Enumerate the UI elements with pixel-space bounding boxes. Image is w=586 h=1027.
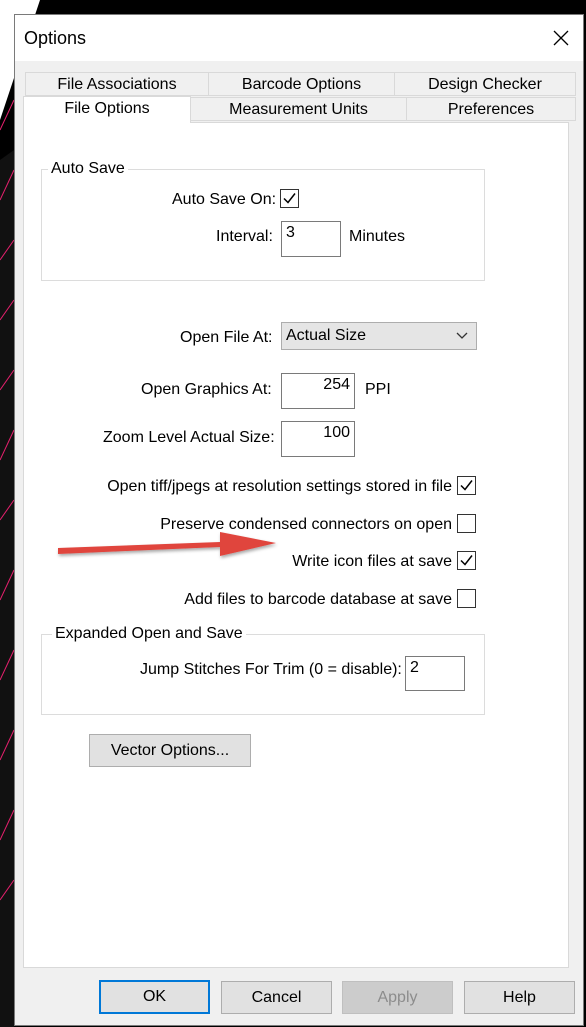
checkmark-icon <box>283 193 296 204</box>
open-graphics-at-unit: PPI <box>365 381 391 398</box>
open-file-at-select[interactable]: Actual Size <box>281 322 477 350</box>
cancel-button[interactable]: Cancel <box>221 981 332 1014</box>
open-file-at-value: Actual Size <box>286 327 367 344</box>
ok-button[interactable]: OK <box>99 980 210 1014</box>
expanded-open-save-legend: Expanded Open and Save <box>52 625 246 643</box>
open-graphics-at-input[interactable]: 254 <box>281 373 355 409</box>
option-write-icon-files-checkbox[interactable] <box>457 551 476 570</box>
option-preserve-connectors-checkbox[interactable] <box>457 514 476 533</box>
title-bar: Options <box>15 15 583 61</box>
vector-options-button[interactable]: Vector Options... <box>89 734 251 767</box>
help-button[interactable]: Help <box>464 981 575 1014</box>
checkmark-icon <box>460 555 473 566</box>
arrow-right-icon <box>58 532 276 556</box>
option-open-tiff-checkbox[interactable] <box>457 476 476 495</box>
checkmark-icon <box>460 480 473 491</box>
option-barcode-database-checkbox[interactable] <box>457 589 476 608</box>
option-barcode-database-label: Add files to barcode database at save <box>184 591 452 608</box>
tab-barcode-options[interactable]: Barcode Options <box>208 72 395 96</box>
auto-save-group <box>41 169 485 281</box>
interval-input[interactable]: 3 <box>281 221 341 257</box>
close-icon[interactable] <box>543 20 579 56</box>
open-file-at-label: Open File At: <box>180 329 273 346</box>
tab-preferences[interactable]: Preferences <box>406 97 576 121</box>
window-title: Options <box>24 28 87 48</box>
interval-unit: Minutes <box>349 228 406 245</box>
tab-file-associations[interactable]: File Associations <box>25 72 209 96</box>
zoom-level-input[interactable]: 100 <box>281 421 355 457</box>
auto-save-on-checkbox[interactable] <box>280 189 299 208</box>
open-graphics-at-label: Open Graphics At: <box>141 381 272 398</box>
apply-button[interactable]: Apply <box>342 981 453 1014</box>
zoom-level-label: Zoom Level Actual Size: <box>103 429 275 446</box>
option-open-tiff-label: Open tiff/jpegs at resolution settings s… <box>107 478 452 495</box>
options-dialog: Options File Associations Barcode Option… <box>14 14 584 1026</box>
tab-file-options[interactable]: File Options <box>23 96 191 123</box>
interval-label: Interval: <box>216 228 273 245</box>
jump-stitches-input[interactable]: 2 <box>405 656 465 691</box>
option-write-icon-files-label: Write icon files at save <box>292 553 452 570</box>
auto-save-on-label: Auto Save On: <box>172 191 277 208</box>
tab-design-checker[interactable]: Design Checker <box>394 72 576 96</box>
auto-save-legend: Auto Save <box>48 160 128 178</box>
jump-stitches-label: Jump Stitches For Trim (0 = disable): <box>140 661 402 678</box>
chevron-down-icon <box>456 332 468 339</box>
tab-measurement-units[interactable]: Measurement Units <box>190 97 407 121</box>
